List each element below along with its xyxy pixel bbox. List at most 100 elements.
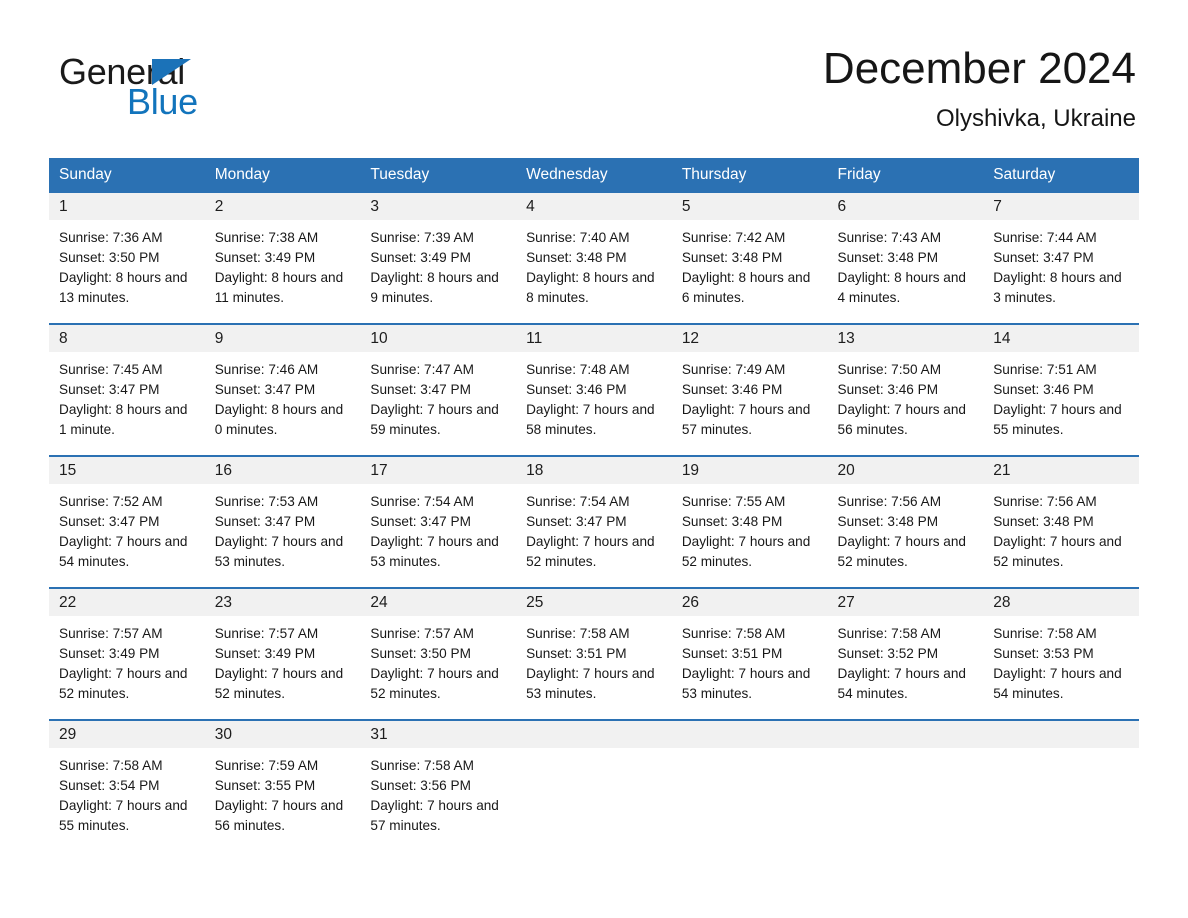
sunrise-text: Sunrise: 7:58 AM: [993, 626, 1097, 641]
calendar-day-cell[interactable]: 15 Sunrise: 7:52 AM Sunset: 3:47 PM Dayligh…: [49, 455, 205, 573]
day-sun-info: Sunrise: 7:49 AM Sunset: 3:46 PM Daylight:…: [672, 352, 828, 440]
day-sun-info: Sunrise: 7:51 AM Sunset: 3:46 PM Daylight:…: [983, 352, 1139, 440]
daylight-text: Daylight: 7 hours and 54 minutes.: [837, 666, 966, 701]
calendar-page: General Blue December 2024 Olyshivka, Uk…: [0, 0, 1188, 918]
calendar-day-cell[interactable]: 16 Sunrise: 7:53 AM Sunset: 3:47 PM Dayligh…: [204, 455, 361, 573]
calendar-day-cell[interactable]: 8 Sunrise: 7:45 AM Sunset: 3:47 PM Daylight…: [49, 323, 205, 441]
sunrise-text: Sunrise: 7:45 AM: [59, 362, 163, 377]
day-16[interactable]: 16 Sunrise: 7:53 AM Sunset: 3:47 PM Dayligh…: [204, 457, 361, 573]
calendar-day-cell[interactable]: 17 Sunrise: 7:54 AM Sunset: 3:47 PM Dayligh…: [360, 455, 517, 573]
day-10[interactable]: 10 Sunrise: 7:47 AM Sunset: 3:47 PM Dayligh…: [360, 325, 517, 441]
calendar-day-cell[interactable]: 4 Sunrise: 7:40 AM Sunset: 3:48 PM Daylight…: [516, 193, 672, 309]
sunset-text: Sunset: 3:49 PM: [214, 250, 316, 265]
day-15[interactable]: 15 Sunrise: 7:52 AM Sunset: 3:47 PM Dayligh…: [49, 457, 205, 573]
sunrise-text: Sunrise: 7:55 AM: [681, 494, 786, 509]
calendar-day-cell[interactable]: 30 Sunrise: 7:59 AM Sunset: 3:55 PM Dayligh…: [204, 719, 361, 837]
calendar-day-cell[interactable]: 7 Sunrise: 7:44 AM Sunset: 3:47 PM Daylight…: [983, 193, 1139, 309]
sunset-text: Sunset: 3:49 PM: [214, 646, 316, 661]
day-20[interactable]: 20 Sunrise: 7:56 AM Sunset: 3:48 PM Dayligh…: [827, 457, 984, 573]
day-26[interactable]: 26 Sunrise: 7:58 AM Sunset: 3:51 PM Dayligh…: [671, 589, 828, 705]
calendar-day-cell[interactable]: 2 Sunrise: 7:38 AM Sunset: 3:49 PM Daylight…: [204, 193, 361, 309]
calendar-day-cell[interactable]: 6 Sunrise: 7:43 AM Sunset: 3:48 PM Daylight…: [827, 193, 984, 309]
weekday-header-friday: Friday: [827, 158, 984, 193]
calendar-day-cell[interactable]: 27 Sunrise: 7:58 AM Sunset: 3:52 PM Dayligh…: [827, 587, 984, 705]
day-number: 12: [671, 325, 828, 352]
week-spacer: [49, 705, 1139, 720]
sunrise-text: Sunrise: 7:53 AM: [214, 494, 319, 509]
calendar-day-cell[interactable]: 1 Sunrise: 7:36 AM Sunset: 3:50 PM Daylight…: [49, 193, 205, 309]
day-12[interactable]: 12 Sunrise: 7:49 AM Sunset: 3:46 PM Dayligh…: [671, 325, 828, 441]
calendar-grid: Sunday Monday Tuesday Wednesday Thursday…: [49, 158, 1139, 837]
day-19[interactable]: 19 Sunrise: 7:55 AM Sunset: 3:48 PM Dayligh…: [671, 457, 828, 573]
day-3[interactable]: 3 Sunrise: 7:39 AM Sunset: 3:49 PM Daylight…: [360, 193, 517, 309]
day-5[interactable]: 5 Sunrise: 7:42 AM Sunset: 3:48 PM Daylight…: [671, 193, 828, 309]
calendar-day-cell[interactable]: 11 Sunrise: 7:48 AM Sunset: 3:46 PM Dayligh…: [516, 323, 672, 441]
day-11[interactable]: 11 Sunrise: 7:48 AM Sunset: 3:46 PM Dayligh…: [516, 325, 672, 441]
weekday-header-wednesday: Wednesday: [516, 158, 672, 193]
daylight-text: Daylight: 8 hours and 8 minutes.: [526, 270, 655, 305]
calendar-day-cell[interactable]: 22 Sunrise: 7:57 AM Sunset: 3:49 PM Dayligh…: [49, 587, 205, 705]
calendar-day-cell[interactable]: 26 Sunrise: 7:58 AM Sunset: 3:51 PM Dayligh…: [671, 587, 828, 705]
daylight-text: Daylight: 7 hours and 53 minutes.: [370, 534, 499, 569]
day-28[interactable]: 28 Sunrise: 7:58 AM Sunset: 3:53 PM Dayligh…: [983, 589, 1139, 705]
day-14[interactable]: 14 Sunrise: 7:51 AM Sunset: 3:46 PM Dayligh…: [983, 325, 1139, 441]
weekday-header-saturday: Saturday: [983, 158, 1139, 193]
calendar-day-cell[interactable]: 25 Sunrise: 7:58 AM Sunset: 3:51 PM Dayligh…: [516, 587, 672, 705]
calendar-day-cell[interactable]: 31 Sunrise: 7:58 AM Sunset: 3:56 PM Dayligh…: [360, 719, 517, 837]
day-23[interactable]: 23 Sunrise: 7:57 AM Sunset: 3:49 PM Dayligh…: [204, 589, 361, 705]
calendar-day-cell[interactable]: 21 Sunrise: 7:56 AM Sunset: 3:48 PM Dayligh…: [983, 455, 1139, 573]
day-4[interactable]: 4 Sunrise: 7:40 AM Sunset: 3:48 PM Daylight…: [516, 193, 672, 309]
calendar-day-cell[interactable]: 3 Sunrise: 7:39 AM Sunset: 3:49 PM Daylight…: [360, 193, 517, 309]
calendar-day-cell[interactable]: 9 Sunrise: 7:46 AM Sunset: 3:47 PM Daylight…: [204, 323, 361, 441]
sunset-text: Sunset: 3:48 PM: [837, 514, 939, 529]
calendar-day-cell[interactable]: 20 Sunrise: 7:56 AM Sunset: 3:48 PM Dayligh…: [827, 455, 984, 573]
calendar-day-cell[interactable]: 28 Sunrise: 7:58 AM Sunset: 3:53 PM Dayligh…: [983, 587, 1139, 705]
day-sun-info: Sunrise: 7:40 AM Sunset: 3:48 PM Daylight:…: [516, 220, 672, 308]
day-22[interactable]: 22 Sunrise: 7:57 AM Sunset: 3:49 PM Dayligh…: [49, 589, 205, 705]
sunrise-text: Sunrise: 7:59 AM: [214, 758, 319, 773]
calendar-day-cell[interactable]: 29 Sunrise: 7:58 AM Sunset: 3:54 PM Dayligh…: [49, 719, 205, 837]
calendar-day-cell[interactable]: 24 Sunrise: 7:57 AM Sunset: 3:50 PM Dayligh…: [360, 587, 517, 705]
calendar-day-cell[interactable]: 13 Sunrise: 7:50 AM Sunset: 3:46 PM Dayligh…: [827, 323, 984, 441]
calendar-day-cell: [983, 719, 1139, 837]
day-29[interactable]: 29 Sunrise: 7:58 AM Sunset: 3:54 PM Dayligh…: [49, 721, 205, 837]
daylight-text: Daylight: 8 hours and 3 minutes.: [993, 270, 1122, 305]
calendar-day-cell[interactable]: 23 Sunrise: 7:57 AM Sunset: 3:49 PM Dayligh…: [204, 587, 361, 705]
calendar-day-cell[interactable]: 12 Sunrise: 7:49 AM Sunset: 3:46 PM Dayligh…: [671, 323, 828, 441]
calendar-day-cell[interactable]: 10 Sunrise: 7:47 AM Sunset: 3:47 PM Dayligh…: [360, 323, 517, 441]
day-27[interactable]: 27 Sunrise: 7:58 AM Sunset: 3:52 PM Dayligh…: [827, 589, 984, 705]
day-24[interactable]: 24 Sunrise: 7:57 AM Sunset: 3:50 PM Dayligh…: [360, 589, 517, 705]
day-7[interactable]: 7 Sunrise: 7:44 AM Sunset: 3:47 PM Daylight…: [983, 193, 1139, 309]
day-sun-info: Sunrise: 7:57 AM Sunset: 3:49 PM Daylight:…: [49, 616, 205, 704]
day-21[interactable]: 21 Sunrise: 7:56 AM Sunset: 3:48 PM Dayligh…: [983, 457, 1139, 573]
day-13[interactable]: 13 Sunrise: 7:50 AM Sunset: 3:46 PM Dayligh…: [827, 325, 984, 441]
sunrise-text: Sunrise: 7:50 AM: [837, 362, 942, 377]
calendar-day-cell[interactable]: 14 Sunrise: 7:51 AM Sunset: 3:46 PM Dayligh…: [983, 323, 1139, 441]
calendar-week-row: 22 Sunrise: 7:57 AM Sunset: 3:49 PM Dayligh…: [49, 587, 1139, 705]
day-18[interactable]: 18 Sunrise: 7:54 AM Sunset: 3:47 PM Dayligh…: [516, 457, 672, 573]
day-sun-info: Sunrise: 7:56 AM Sunset: 3:48 PM Daylight:…: [983, 484, 1139, 572]
day-sun-info: Sunrise: 7:58 AM Sunset: 3:51 PM Daylight:…: [516, 616, 672, 704]
daylight-text: Daylight: 7 hours and 56 minutes.: [214, 798, 344, 833]
day-30[interactable]: 30 Sunrise: 7:59 AM Sunset: 3:55 PM Dayligh…: [204, 721, 361, 837]
day-25[interactable]: 25 Sunrise: 7:58 AM Sunset: 3:51 PM Dayligh…: [516, 589, 672, 705]
week-spacer-cell: [49, 309, 1139, 324]
calendar-body: 1 Sunrise: 7:36 AM Sunset: 3:50 PM Daylight…: [49, 193, 1139, 837]
day-31[interactable]: 31 Sunrise: 7:58 AM Sunset: 3:56 PM Dayligh…: [360, 721, 517, 837]
day-9[interactable]: 9 Sunrise: 7:46 AM Sunset: 3:47 PM Daylight…: [204, 325, 361, 441]
day-sun-info: Sunrise: 7:56 AM Sunset: 3:48 PM Daylight:…: [828, 484, 984, 572]
day-6[interactable]: 6 Sunrise: 7:43 AM Sunset: 3:48 PM Daylight…: [827, 193, 984, 309]
week-spacer: [49, 441, 1139, 456]
day-17[interactable]: 17 Sunrise: 7:54 AM Sunset: 3:47 PM Dayligh…: [360, 457, 517, 573]
calendar-day-cell[interactable]: 5 Sunrise: 7:42 AM Sunset: 3:48 PM Daylight…: [671, 193, 828, 309]
day-8[interactable]: 8 Sunrise: 7:45 AM Sunset: 3:47 PM Daylight…: [49, 325, 205, 441]
day-sun-info: Sunrise: 7:57 AM Sunset: 3:49 PM Daylight:…: [205, 616, 361, 704]
sunrise-text: Sunrise: 7:40 AM: [526, 230, 630, 245]
calendar-day-cell[interactable]: 19 Sunrise: 7:55 AM Sunset: 3:48 PM Dayligh…: [671, 455, 828, 573]
day-1[interactable]: 1 Sunrise: 7:36 AM Sunset: 3:50 PM Daylight…: [49, 193, 205, 309]
daylight-text: Daylight: 7 hours and 53 minutes.: [526, 666, 655, 701]
daylight-text: Daylight: 7 hours and 59 minutes.: [370, 402, 499, 437]
day-2[interactable]: 2 Sunrise: 7:38 AM Sunset: 3:49 PM Daylight…: [204, 193, 361, 309]
sunset-text: Sunset: 3:48 PM: [993, 514, 1094, 529]
calendar-day-cell[interactable]: 18 Sunrise: 7:54 AM Sunset: 3:47 PM Dayligh…: [516, 455, 672, 573]
